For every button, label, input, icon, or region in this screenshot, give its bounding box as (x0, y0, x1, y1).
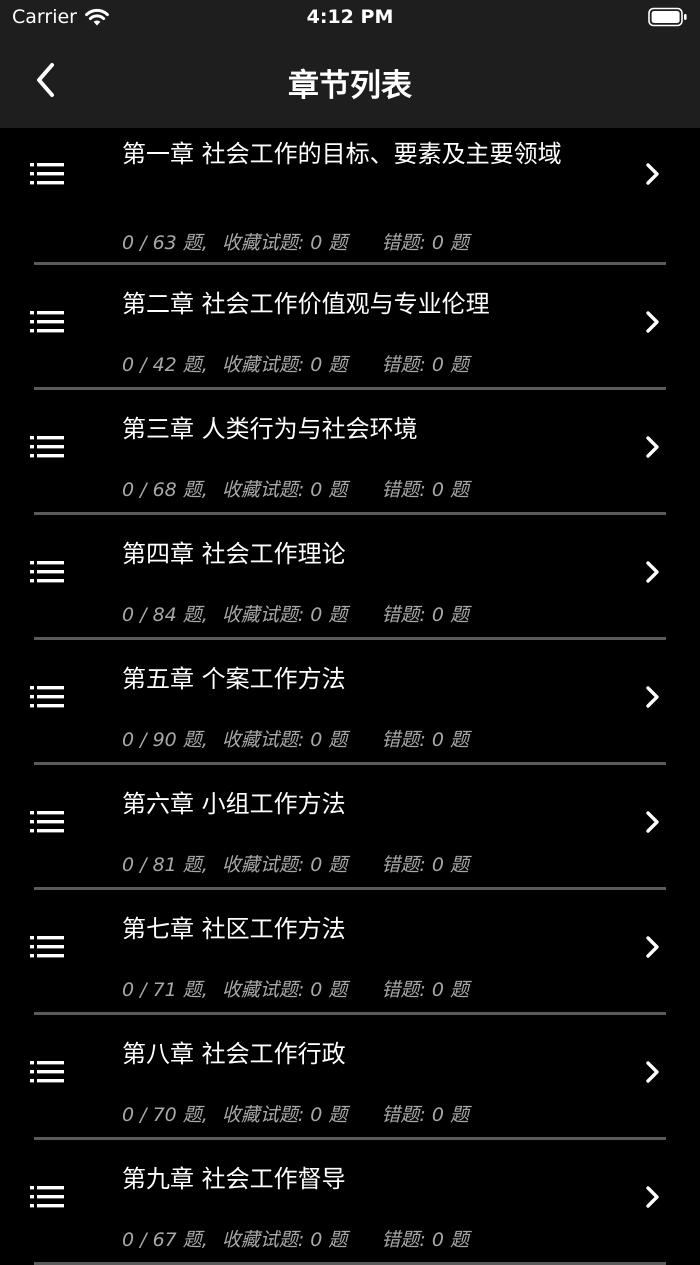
list-icon (30, 811, 64, 833)
chapter-stats: 0 / 81 题, 收藏试题: 0 题 错题: 0 题 (122, 850, 469, 877)
favorites-count: 收藏试题: 0 题 (221, 1229, 348, 1251)
favorites-count: 收藏试题: 0 题 (221, 604, 348, 626)
list-icon (30, 686, 64, 708)
chapter-title: 第四章 社会工作理论 (122, 540, 346, 568)
battery-icon (648, 7, 687, 27)
chevron-right-icon (646, 163, 659, 185)
favorites-count: 收藏试题: 0 题 (221, 854, 348, 876)
list-icon (30, 936, 64, 958)
status-time: 4:12 PM (306, 6, 394, 28)
list-icon (30, 561, 64, 583)
chapter-stats: 0 / 71 题, 收藏试题: 0 题 错题: 0 题 (122, 975, 469, 1002)
chapter-title: 第九章 社会工作督导 (122, 1165, 346, 1193)
chapter-row[interactable]: 第七章 社区工作方法 0 / 71 题, 收藏试题: 0 题 错题: 0 题 (0, 890, 700, 1015)
errors-count: 错题: 0 题 (381, 1104, 469, 1126)
chevron-right-icon (646, 311, 659, 333)
chapter-row[interactable]: 第六章 小组工作方法 0 / 81 题, 收藏试题: 0 题 错题: 0 题 (0, 765, 700, 890)
progress-count: 0 / 68 题, (122, 479, 208, 501)
progress-count: 0 / 70 题, (122, 1104, 208, 1126)
progress-count: 0 / 81 题, (122, 854, 208, 876)
chevron-left-icon (37, 63, 54, 97)
chapter-title: 第八章 社会工作行政 (122, 1040, 346, 1068)
chapter-title: 第一章 社会工作的目标、要素及主要领域 (122, 140, 562, 168)
chevron-right-icon (646, 561, 659, 583)
chevron-right-icon (646, 1186, 659, 1208)
errors-count: 错题: 0 题 (381, 604, 469, 626)
chapter-stats: 0 / 68 题, 收藏试题: 0 题 错题: 0 题 (122, 475, 469, 502)
errors-count: 错题: 0 题 (381, 854, 469, 876)
favorites-count: 收藏试题: 0 题 (221, 1104, 348, 1126)
navigation-bar: 章节列表 (0, 36, 700, 128)
chapter-title: 第六章 小组工作方法 (122, 790, 346, 818)
progress-count: 0 / 90 题, (122, 729, 208, 751)
chapter-stats: 0 / 42 题, 收藏试题: 0 题 错题: 0 题 (122, 350, 469, 377)
chevron-right-icon (646, 436, 659, 458)
errors-count: 错题: 0 题 (381, 232, 469, 254)
progress-count: 0 / 71 题, (122, 979, 208, 1001)
list-icon (30, 1061, 64, 1083)
chapter-stats: 0 / 84 题, 收藏试题: 0 题 错题: 0 题 (122, 600, 469, 627)
favorites-count: 收藏试题: 0 题 (221, 354, 348, 376)
chapter-title: 第七章 社区工作方法 (122, 915, 346, 943)
chapter-stats: 0 / 70 题, 收藏试题: 0 题 错题: 0 题 (122, 1100, 469, 1127)
chapter-row[interactable]: 第四章 社会工作理论 0 / 84 题, 收藏试题: 0 题 错题: 0 题 (0, 515, 700, 640)
list-icon (30, 163, 64, 185)
chapter-stats: 0 / 63 题, 收藏试题: 0 题 错题: 0 题 (122, 228, 469, 255)
favorites-count: 收藏试题: 0 题 (221, 979, 348, 1001)
back-button[interactable] (28, 58, 72, 106)
chevron-right-icon (646, 1061, 659, 1083)
errors-count: 错题: 0 题 (381, 354, 469, 376)
favorites-count: 收藏试题: 0 题 (221, 232, 348, 254)
errors-count: 错题: 0 题 (381, 979, 469, 1001)
progress-count: 0 / 84 题, (122, 604, 208, 626)
list-icon (30, 311, 64, 333)
page-title: 章节列表 (288, 68, 412, 104)
list-icon (30, 436, 64, 458)
errors-count: 错题: 0 题 (381, 729, 469, 751)
chapter-row[interactable]: 第一章 社会工作的目标、要素及主要领域 0 / 63 题, 收藏试题: 0 题 错题:… (0, 128, 700, 265)
chapter-stats: 0 / 90 题, 收藏试题: 0 题 错题: 0 题 (122, 725, 469, 752)
chapter-row[interactable]: 第二章 社会工作价值观与专业伦理 0 / 42 题, 收藏试题: 0 题 错题: 0 … (0, 265, 700, 390)
favorites-count: 收藏试题: 0 题 (221, 479, 348, 501)
chapter-title: 第五章 个案工作方法 (122, 665, 346, 693)
chapter-list: 第一章 社会工作的目标、要素及主要领域 0 / 63 题, 收藏试题: 0 题错题:… (0, 128, 700, 1265)
chapter-row[interactable]: 第五章 个案工作方法 0 / 90 题, 收藏试题: 0 题 错题: 0 题 (0, 640, 700, 765)
progress-count: 0 / 63 题, (122, 232, 208, 254)
chevron-right-icon (646, 936, 659, 958)
chapter-title: 第二章 社会工作价值观与专业伦理 (122, 290, 490, 318)
errors-count: 错题: 0 题 (381, 1229, 469, 1251)
chapter-title: 第三章 人类行为与社会环境 (122, 415, 418, 443)
progress-count: 0 / 67 题, (122, 1229, 208, 1251)
chevron-right-icon (646, 686, 659, 708)
list-icon (30, 1186, 64, 1208)
progress-count: 0 / 42 题, (122, 354, 208, 376)
chapter-stats: 0 / 67 题, 收藏试题: 0 题 错题: 0 题 (122, 1225, 469, 1252)
chapter-row[interactable]: 第九章 社会工作督导 0 / 67 题, 收藏试题: 0 题 错题: 0 题 (0, 1140, 700, 1265)
errors-count: 错题: 0 题 (381, 479, 469, 501)
chevron-right-icon (646, 811, 659, 833)
favorites-count: 收藏试题: 0 题 (221, 729, 348, 751)
status-bar: Carrier 4:12 PM (0, 0, 700, 36)
chapter-row[interactable]: 第三章 人类行为与社会环境 0 / 68 题, 收藏试题: 0 题 错题: 0 题 (0, 390, 700, 515)
chapter-row[interactable]: 第八章 社会工作行政 0 / 70 题, 收藏试题: 0 题 错题: 0 题 (0, 1015, 700, 1140)
